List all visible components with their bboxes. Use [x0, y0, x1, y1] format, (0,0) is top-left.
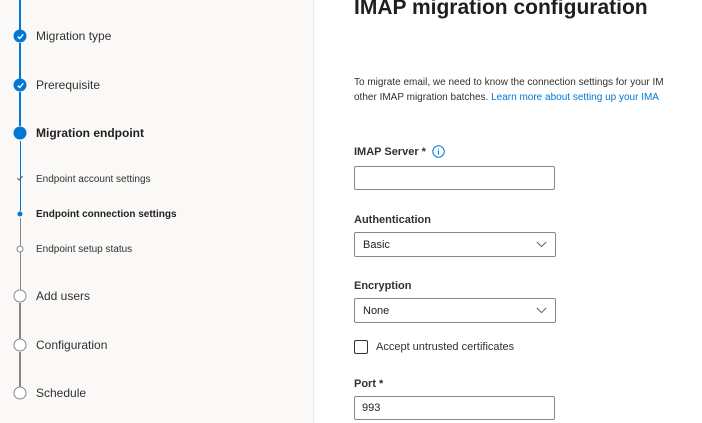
page-title: IMAP migration configuration [354, 0, 648, 19]
chevron-down-icon [536, 305, 547, 317]
port-input[interactable] [354, 396, 555, 420]
stepper-line [19, 0, 21, 30]
pending-step-icon [13, 289, 27, 303]
stepper-line [19, 303, 21, 339]
port-label: Port * [354, 378, 383, 390]
step-label: Prerequisite [36, 78, 101, 92]
encryption-label: Encryption [354, 280, 412, 292]
required-mark: * [421, 145, 426, 158]
completed-check-icon [13, 29, 27, 43]
authentication-dropdown[interactable]: Basic [354, 232, 556, 257]
step-label: Add users [36, 289, 91, 303]
description-line: other IMAP migration batches. Learn more… [354, 90, 702, 105]
stepper-line [19, 218, 21, 290]
step-label: Endpoint setup status [36, 243, 133, 255]
info-icon[interactable] [432, 145, 445, 158]
page-description: To migrate email, we need to know the co… [354, 75, 702, 105]
step-label: Endpoint account settings [36, 173, 151, 185]
dropdown-value: None [363, 304, 390, 317]
authentication-label: Authentication [354, 214, 431, 226]
current-step-icon [17, 211, 23, 217]
step-label: Endpoint connection settings [36, 208, 177, 220]
field-label-text: IMAP Server [354, 145, 419, 158]
stepper-line [19, 352, 21, 387]
accept-untrusted-certificates[interactable]: Accept untrusted certificates [354, 340, 514, 354]
imap-server-label: IMAP Server * [354, 145, 445, 158]
description-text: other IMAP migration batches. [354, 92, 489, 103]
completed-check-icon [16, 175, 24, 183]
pending-step-icon [13, 386, 27, 400]
step-label: Migration type [36, 29, 112, 43]
field-label-text: Port [354, 378, 376, 390]
accept-untrusted-checkbox[interactable] [354, 340, 368, 354]
main-panel: IMAP migration configuration To migrate … [354, 0, 702, 423]
stepper-line [19, 43, 21, 79]
description-line: To migrate email, we need to know the co… [354, 77, 664, 88]
step-label: Schedule [36, 386, 87, 400]
step-label: Configuration [36, 338, 108, 352]
pending-step-icon [13, 338, 27, 352]
completed-check-icon [13, 78, 27, 92]
current-step-icon [13, 126, 27, 140]
pending-step-icon [16, 245, 24, 253]
step-label: Migration endpoint [36, 126, 144, 140]
learn-more-link[interactable]: Learn more about setting up your IMA [491, 92, 659, 103]
stepper-line [19, 92, 21, 126]
encryption-dropdown[interactable]: None [354, 298, 556, 323]
imap-server-input[interactable] [354, 166, 555, 190]
wizard-stepper: Migration type Prerequisite Migration en… [0, 0, 314, 423]
required-mark: * [379, 378, 384, 390]
chevron-down-icon [536, 239, 547, 251]
checkbox-label: Accept untrusted certificates [376, 341, 515, 353]
dropdown-value: Basic [363, 238, 390, 251]
